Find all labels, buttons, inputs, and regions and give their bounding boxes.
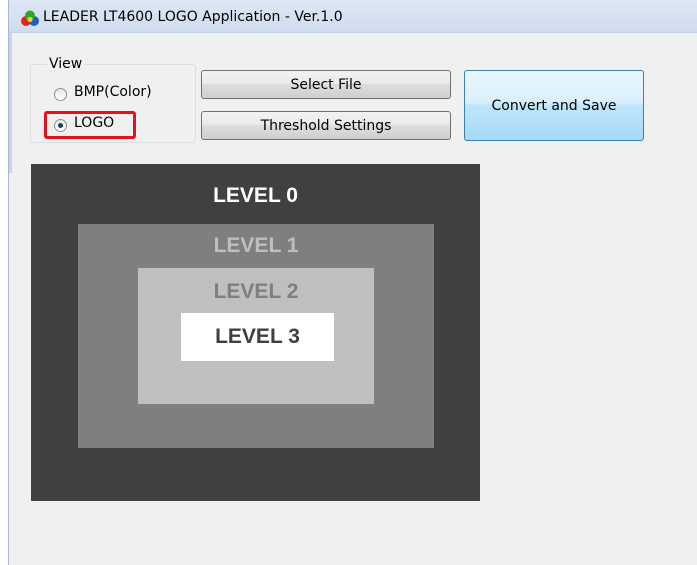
convert-and-save-button[interactable]: Convert and Save — [464, 70, 644, 141]
logo-preview-canvas: LEVEL 0 LEVEL 1 LEVEL 2 LEVEL 3 — [31, 164, 480, 501]
window-title: LEADER LT4600 LOGO Application - Ver.1.0 — [43, 9, 343, 25]
logo-highlight-annotation — [44, 111, 136, 139]
level-1-label: LEVEL 1 — [213, 234, 299, 257]
bmp-color-radio-label[interactable]: BMP(Color) — [74, 84, 152, 100]
level-2-label: LEVEL 2 — [213, 280, 299, 303]
title-bar[interactable]: LEADER LT4600 LOGO Application - Ver.1.0 — [9, 0, 697, 33]
view-group-legend: View — [47, 56, 85, 72]
window-frame-strip — [9, 33, 12, 173]
level-0-label: LEVEL 0 — [213, 184, 298, 207]
threshold-settings-button[interactable]: Threshold Settings — [201, 111, 451, 140]
select-file-button[interactable]: Select File — [201, 70, 451, 99]
level-3-label: LEVEL 3 — [215, 325, 300, 348]
color-circles-icon — [21, 10, 39, 26]
bmp-color-radio[interactable] — [54, 88, 67, 101]
